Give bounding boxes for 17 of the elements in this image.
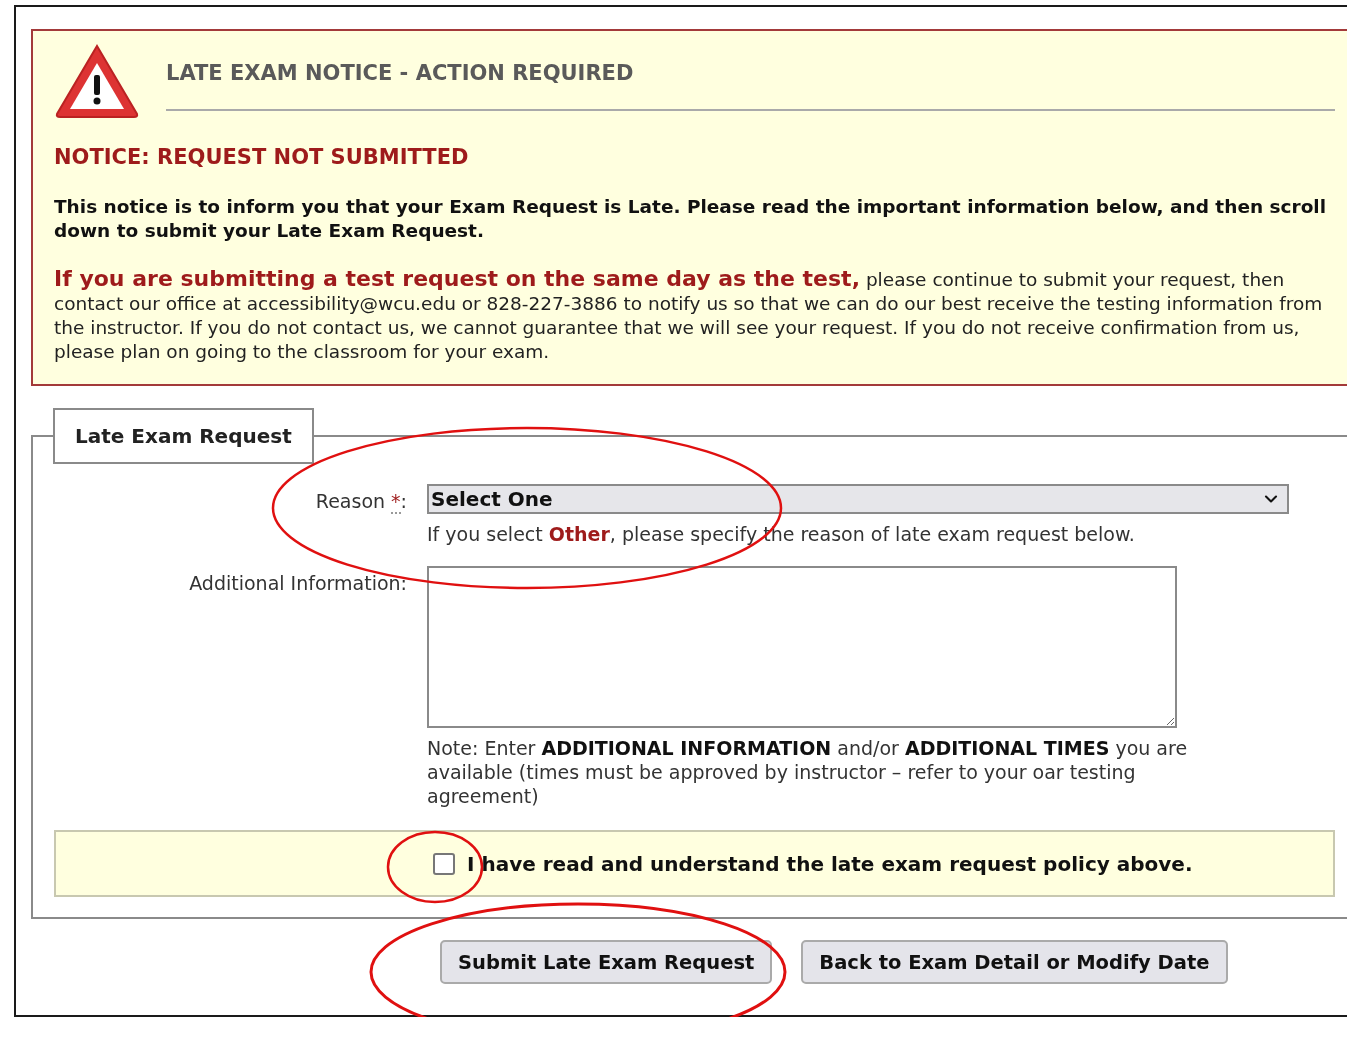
action-button[interactable]: Back to Exam Detail or Modify Date [801,940,1228,984]
agreement-checkbox[interactable] [433,852,455,875]
notice-warning: If you are submitting a test request on the same day as the test, please continue to submit your request, then contact our office at accessibility@wcu.edu or 828-227-3886 to notify us so that we can do our best receive the testing information from the instructor. If you do not contact us, we cannot guarantee that we will see your request. If you do not receive confirmation from us, please plan on going to the classroom for your exam. [54,267,1324,364]
field-label: Reason [315,490,387,512]
help-text: Note: Enter ADDITIONAL INFORMATION and/or ADDITIONAL TIMES you are available (times must be approved by instructor – refer to your oar testing agreement) [427,736,1189,808]
notice-intro: This notice is to inform you that your Exam Request is Late. Please read the important information below, and then scroll down to submit your Late Exam Request. [54,195,1328,243]
additional-info-field[interactable] [427,566,1177,728]
label-colon: : [400,490,407,512]
notice-title: LATE EXAM NOTICE - ACTION REQUIRED [166,61,1335,111]
warning-triangle-icon [54,43,140,119]
form-legend: Late Exam Request [53,408,314,464]
agreement-label: I have read and understand the late exam request policy above. [467,851,1193,876]
reason-select[interactable]: Select One [427,484,1289,514]
field-label: Additional Information: [188,571,407,596]
required-mark: * [391,490,401,514]
action-button[interactable]: Submit Late Exam Request [440,940,773,984]
notice-heading: NOTICE: REQUEST NOT SUBMITTED [54,145,470,169]
